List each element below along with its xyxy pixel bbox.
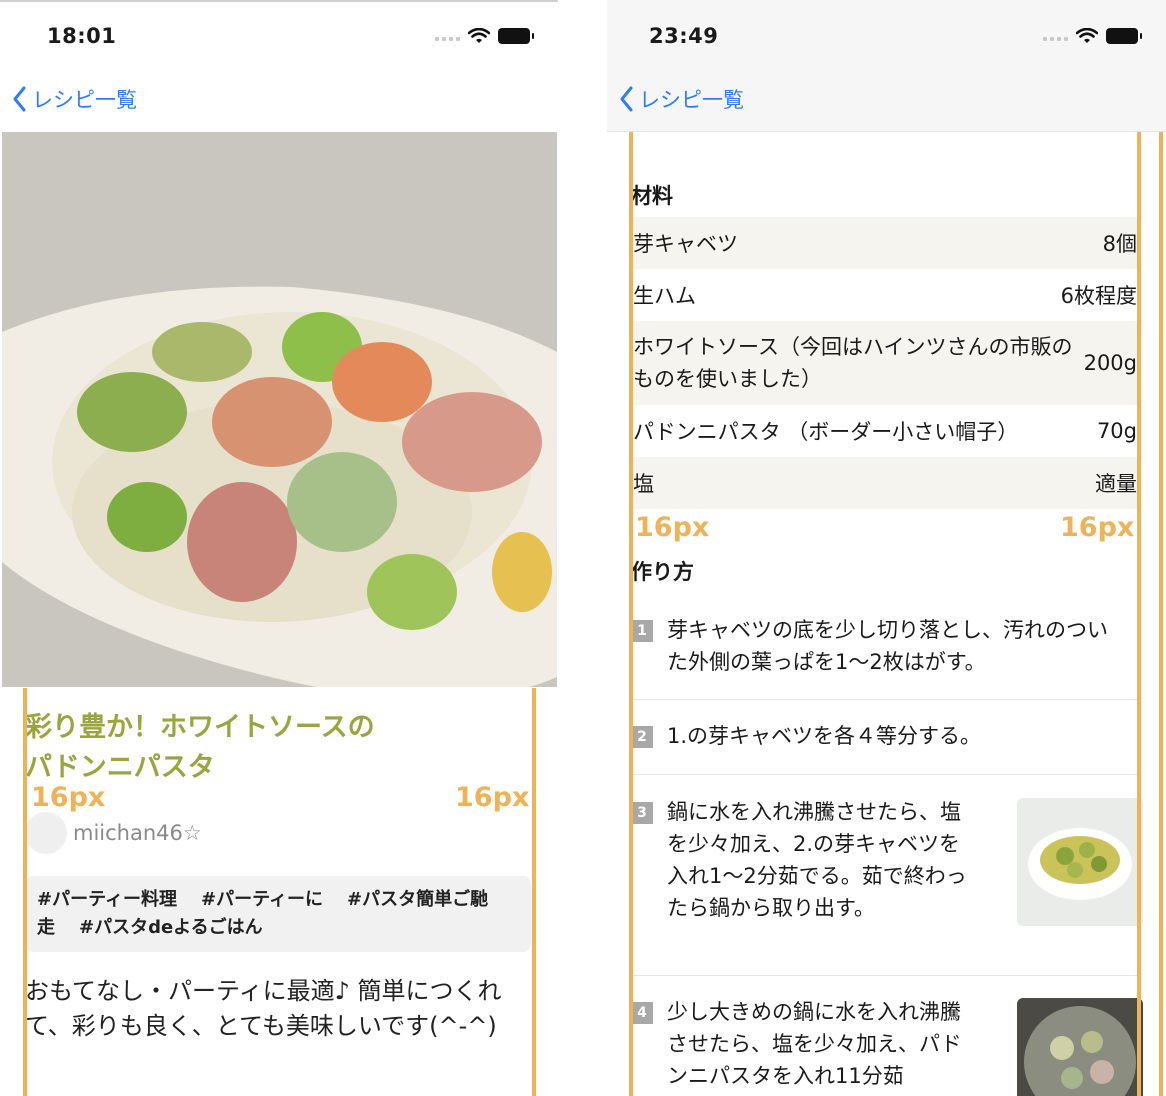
- ingredients-heading: 材料: [631, 184, 673, 208]
- recipe-title: 彩り豊か！ホワイトソースの パドンニパスタ: [25, 708, 525, 788]
- margin-label-right: 16px: [455, 782, 530, 813]
- status-icons: [435, 28, 534, 44]
- margin-label-left: 16px: [31, 782, 106, 813]
- nav-bar: レシピ一覧: [0, 70, 558, 132]
- ingredient-name: 塩: [633, 472, 654, 496]
- divider: [631, 774, 1137, 775]
- hashtag-list: #パーティー料理 #パーティーに #パスタ簡単ご馳走 #パスタdeよるごはん: [25, 876, 531, 952]
- screen-edge-guide: [1159, 132, 1163, 1096]
- ingredient-row: パドンニパスタ （ボーダー小さい帽子） 70g: [631, 405, 1137, 457]
- chevron-left-icon: [620, 86, 633, 112]
- step-photo[interactable]: [1017, 998, 1143, 1096]
- status-icons: [1043, 28, 1142, 44]
- author-name: miichan46☆: [73, 821, 202, 845]
- step-text: 鍋に水を入れ沸騰させたら、塩を少々加え、2.の芽キャベツを入れ1〜2分茹でる。茹…: [667, 800, 967, 920]
- status-bar: 18:01: [0, 0, 558, 70]
- nav-bar: レシピ一覧: [607, 70, 1166, 132]
- signal-icon: [1043, 31, 1068, 41]
- hashtag[interactable]: #パーティーに: [201, 889, 323, 910]
- divider: [631, 975, 1137, 976]
- margin-guide-right: [1137, 132, 1141, 1096]
- back-button[interactable]: レシピ一覧: [12, 84, 137, 114]
- ingredient-row: ホワイトソース（今回はハインツさんの市販のものを使いました） 200g: [631, 321, 1137, 405]
- status-time: 23:49: [649, 24, 719, 48]
- wifi-icon: [468, 28, 490, 43]
- ingredient-amount: 70g: [1096, 419, 1137, 443]
- ingredient-row: 芽キャベツ 8個: [631, 217, 1137, 269]
- ingredient-row: 生ハム 6枚程度: [631, 269, 1137, 321]
- margin-guide-right: [532, 688, 536, 1096]
- step-number: 2: [631, 726, 653, 748]
- margin-label-left: 16px: [635, 512, 710, 543]
- back-label: レシピ一覧: [639, 88, 744, 112]
- right-screen: 23:49 レシピ一覧 材料 芽キャベツ 8個 生ハム 6枚程度 ホワイトソース…: [607, 0, 1166, 1096]
- divider: [631, 699, 1137, 700]
- ingredient-row: 塩 適量: [631, 457, 1137, 509]
- battery-icon: [498, 28, 534, 44]
- signal-icon: [435, 31, 460, 41]
- step-number: 4: [631, 1002, 653, 1024]
- step-photo[interactable]: [1017, 798, 1143, 926]
- title-line-1: 彩り豊か！ホワイトソースの: [25, 712, 375, 743]
- ingredient-amount: 6枚程度: [1060, 284, 1137, 308]
- ingredient-name: パドンニパスタ （ボーダー小さい帽子）: [633, 420, 1019, 444]
- recipe-description: おもてなし・パーティに最適♪ 簡単につくれて、彩りも良く、とても美味しいです(^…: [25, 977, 502, 1040]
- back-label: レシピ一覧: [32, 88, 137, 112]
- step-number: 1: [631, 620, 653, 642]
- hashtag[interactable]: #パーティー料理: [37, 889, 177, 910]
- left-screen: 18:01 レシピ一覧 彩り豊か！ホワイトソースの パドンニパスタ miicha…: [0, 0, 558, 1096]
- margin-label-right: 16px: [1060, 512, 1135, 543]
- status-bar: 23:49: [607, 0, 1166, 70]
- avatar: [25, 812, 67, 854]
- margin-guide-left: [629, 132, 633, 1096]
- steps-heading: 作り方: [631, 560, 694, 584]
- step-number: 3: [631, 802, 653, 824]
- ingredient-name: 芽キャベツ: [633, 232, 738, 256]
- author-info[interactable]: miichan46☆: [25, 812, 202, 854]
- ingredient-amount: 200g: [1083, 351, 1137, 375]
- hashtag[interactable]: #パスタdeよるごはん: [79, 917, 263, 938]
- step-item: 3 鍋に水を入れ沸騰させたら、塩を少々加え、2.の芽キャベツを入れ1〜2分茹でる…: [631, 796, 1143, 966]
- ingredient-amount: 適量: [1095, 472, 1137, 496]
- back-button[interactable]: レシピ一覧: [619, 84, 744, 114]
- status-time: 18:01: [47, 24, 117, 48]
- recipe-photo: [2, 132, 557, 687]
- step-item: 4 少し大きめの鍋に水を入れ沸騰させたら、塩を少々加え、パドンニパスタを入れ11…: [631, 996, 1143, 1096]
- step-item: 1 芽キャベツの底を少し切り落とし、汚れのついた外側の葉っぱを1〜2枚はがす。: [631, 614, 1137, 678]
- margin-guide-left: [23, 688, 27, 1096]
- chevron-left-icon: [13, 86, 26, 112]
- step-item: 2 1.の芽キャベツを各４等分する。: [631, 720, 1137, 752]
- wifi-icon: [1076, 28, 1098, 43]
- step-text: 芽キャベツの底を少し切り落とし、汚れのついた外側の葉っぱを1〜2枚はがす。: [667, 618, 1108, 674]
- battery-icon: [1106, 28, 1142, 44]
- ingredient-amount: 8個: [1102, 232, 1137, 256]
- ingredient-name: 生ハム: [633, 284, 696, 308]
- step-text: 少し大きめの鍋に水を入れ沸騰させたら、塩を少々加え、パドンニパスタを入れ11分茹: [667, 1000, 962, 1088]
- ingredient-name: ホワイトソース（今回はハインツさんの市販のものを使いました）: [633, 335, 1073, 391]
- step-text: 1.の芽キャベツを各４等分する。: [667, 724, 982, 748]
